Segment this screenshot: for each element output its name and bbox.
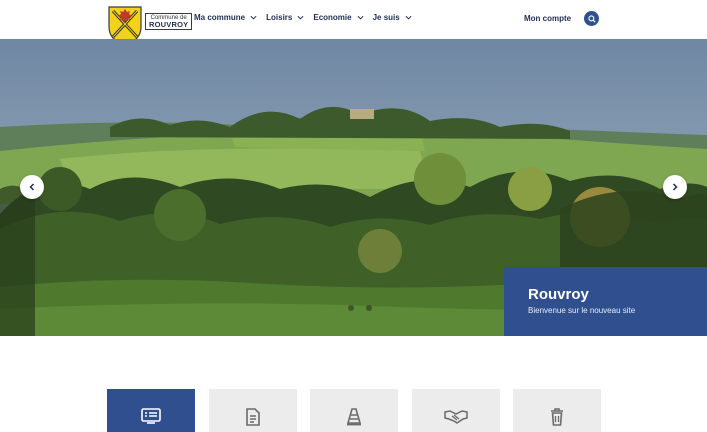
chevron-down-icon — [250, 15, 257, 20]
nav-ma-commune[interactable]: Ma commune — [194, 13, 257, 22]
main-nav: Ma commune Loisirs Economie Je suis — [194, 13, 421, 22]
search-icon — [587, 14, 596, 23]
chevron-right-icon — [672, 183, 678, 191]
slider-next-button[interactable] — [663, 175, 687, 199]
quick-access-tiles — [107, 389, 615, 432]
tile-news[interactable] — [107, 389, 195, 432]
nav-label: Economie — [313, 13, 352, 22]
search-button[interactable] — [584, 11, 599, 26]
traffic-cone-icon — [346, 408, 362, 426]
trash-bin-icon — [551, 408, 563, 426]
logo-wordmark: Commune de ROUVROY — [145, 12, 193, 31]
slider-dots — [348, 305, 384, 311]
tile-waste[interactable] — [513, 389, 601, 432]
account-link[interactable]: Mon compte — [524, 14, 571, 23]
tile-associations[interactable] — [411, 389, 500, 432]
nav-loisirs[interactable]: Loisirs — [266, 13, 304, 22]
chevron-down-icon — [297, 15, 304, 20]
nav-label: Je suis — [372, 13, 400, 22]
nav-economie[interactable]: Economie — [313, 13, 364, 22]
news-list-icon — [141, 408, 161, 424]
chevron-left-icon — [29, 183, 35, 191]
hero-slider: Rouvroy Bienvenue sur le nouveau site — [0, 39, 707, 336]
chevron-down-icon — [405, 15, 412, 20]
chevron-down-icon — [357, 15, 364, 20]
slider-dot-1[interactable] — [348, 305, 354, 311]
handshake-icon — [443, 410, 468, 424]
hero-subtitle: Bienvenue sur le nouveau site — [528, 306, 636, 315]
tile-works[interactable] — [310, 389, 398, 432]
logo-line2: ROUVROY — [149, 19, 189, 29]
nav-je-suis[interactable]: Je suis — [373, 13, 412, 22]
hero-caption: Rouvroy Bienvenue sur le nouveau site — [504, 267, 707, 336]
slider-prev-button[interactable] — [20, 175, 44, 199]
document-icon — [245, 408, 260, 426]
slider-dot-2[interactable] — [366, 305, 372, 311]
nav-label: Ma commune — [194, 13, 246, 22]
nav-label: Loisirs — [266, 13, 293, 22]
site-header: Commune de ROUVROY Ma commune Loisirs Ec… — [0, 0, 707, 46]
tile-documents[interactable] — [208, 389, 297, 432]
hero-title: Rouvroy — [528, 286, 589, 303]
